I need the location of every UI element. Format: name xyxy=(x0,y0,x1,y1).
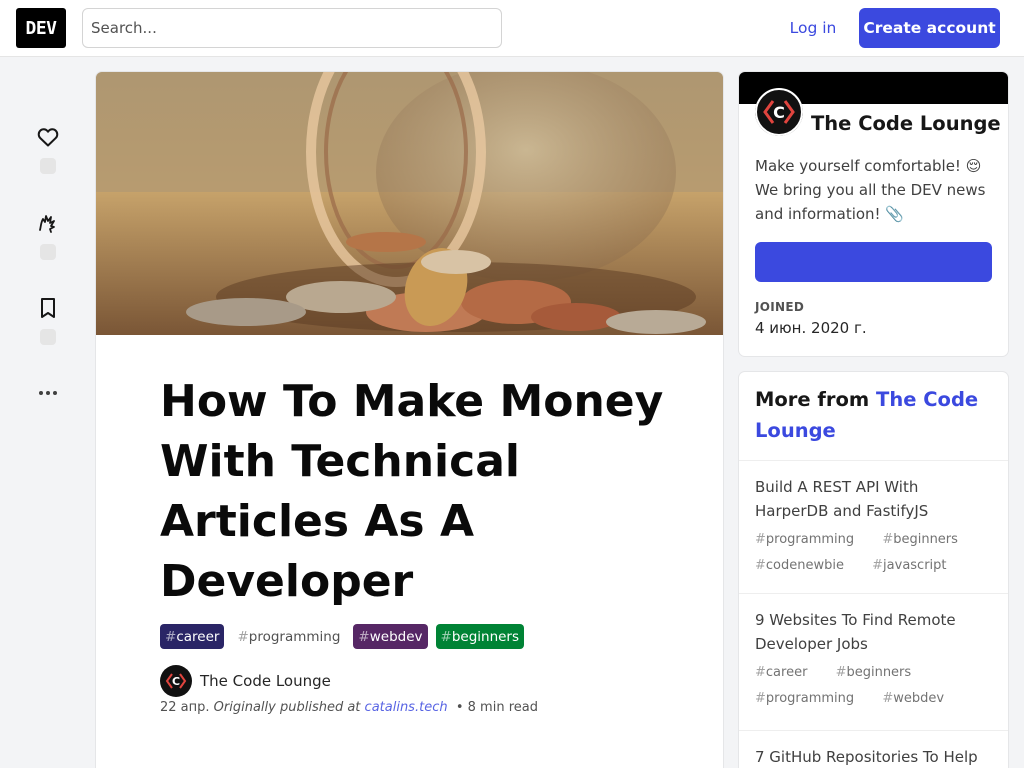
search-input[interactable] xyxy=(82,8,502,48)
author-row: C The Code Lounge xyxy=(160,665,331,697)
follow-button[interactable] xyxy=(755,242,992,282)
svg-text:C: C xyxy=(172,675,180,688)
read-time: 8 min read xyxy=(467,700,538,715)
reaction-bookmark[interactable] xyxy=(26,296,70,345)
reaction-heart[interactable] xyxy=(26,125,70,174)
tag-programming[interactable]: # programming xyxy=(232,624,345,649)
tag-hash: # xyxy=(237,628,249,645)
article-card: How To Make Money With Technical Article… xyxy=(96,72,723,768)
more-actions[interactable] xyxy=(26,381,70,405)
org-name[interactable]: The Code Lounge xyxy=(811,112,1001,135)
unicorn-count xyxy=(40,244,56,260)
create-account-button[interactable]: Create account xyxy=(859,8,1000,48)
list-tag[interactable]: #beginners xyxy=(882,532,970,547)
list-item[interactable]: 7 GitHub Repositories To Help xyxy=(739,730,1008,768)
bookmark-icon xyxy=(41,298,55,318)
tag-webdev[interactable]: # webdev xyxy=(353,624,428,649)
list-item[interactable]: 9 Websites To Find Remote Developer Jobs… xyxy=(739,593,1008,726)
reaction-unicorn[interactable] xyxy=(26,211,70,260)
list-item-title: 7 GitHub Repositories To Help xyxy=(755,748,978,766)
author-avatar[interactable]: C xyxy=(160,665,192,697)
more-from-heading: More from The Code Lounge xyxy=(755,384,992,446)
list-item-tags: #programming #beginners #codenewbie #jav… xyxy=(755,527,992,579)
svg-text:C: C xyxy=(773,103,785,122)
tag-beginners[interactable]: # beginners xyxy=(435,624,525,649)
list-tag[interactable]: #programming xyxy=(755,691,866,706)
tag-hash: # xyxy=(358,628,370,645)
login-link[interactable]: Log in xyxy=(776,8,850,48)
more-from-card: More from The Code Lounge Build A REST A… xyxy=(739,372,1008,768)
tag-label: career xyxy=(176,628,220,645)
tag-career[interactable]: # career xyxy=(160,624,225,649)
joined-label: JOINED xyxy=(755,300,805,314)
list-item[interactable]: Build A REST API With HarperDB and Fasti… xyxy=(739,460,1008,593)
tag-hash: # xyxy=(165,628,177,645)
bookmark-count xyxy=(40,329,56,345)
cover-image xyxy=(96,72,723,335)
list-tag[interactable]: #javascript xyxy=(872,558,958,573)
org-card: C The Code Lounge Make yourself comforta… xyxy=(739,72,1008,356)
list-tag[interactable]: #programming xyxy=(755,532,866,547)
published-prefix: Originally published at xyxy=(213,700,361,715)
published-link[interactable]: catalins.tech xyxy=(365,700,448,715)
dev-logo[interactable]: DEV xyxy=(16,8,66,48)
tag-label: beginners xyxy=(451,628,520,645)
unicorn-icon xyxy=(39,215,55,233)
tag-label: programming xyxy=(248,628,341,645)
tag-list: # career # programming # webdev # beginners xyxy=(160,624,525,649)
list-item-tags: #career #beginners #programming #webdev xyxy=(755,660,992,712)
list-item-title: Build A REST API With HarperDB and Fasti… xyxy=(755,478,929,520)
tag-hash: # xyxy=(440,628,452,645)
joined-date: 4 июн. 2020 г. xyxy=(755,319,867,337)
more-from-prefix: More from xyxy=(755,388,870,411)
top-header: DEV Log in Create account xyxy=(0,0,1024,57)
heart-count xyxy=(40,158,56,174)
article-title: How To Make Money With Technical Article… xyxy=(160,376,664,607)
org-description: Make yourself comfortable! 😌 We bring yo… xyxy=(755,154,995,226)
list-tag[interactable]: #career xyxy=(755,665,819,680)
post-date: 22 апр. xyxy=(160,700,210,715)
list-tag[interactable]: #beginners xyxy=(836,665,924,680)
org-avatar[interactable]: C xyxy=(755,88,803,136)
list-tag[interactable]: #codenewbie xyxy=(755,558,856,573)
author-name[interactable]: The Code Lounge xyxy=(200,672,331,690)
heart-icon xyxy=(37,128,59,147)
tag-label: webdev xyxy=(369,628,423,645)
list-tag[interactable]: #webdev xyxy=(882,691,956,706)
org-description-line-2: We bring you all the DEV news and inform… xyxy=(755,181,986,223)
list-item-title: 9 Websites To Find Remote Developer Jobs xyxy=(755,611,956,653)
org-description-line-1: Make yourself comfortable! 😌 xyxy=(755,157,982,175)
more-icon xyxy=(39,391,57,395)
article-meta: 22 апр. Originally published at catalins… xyxy=(160,700,538,715)
